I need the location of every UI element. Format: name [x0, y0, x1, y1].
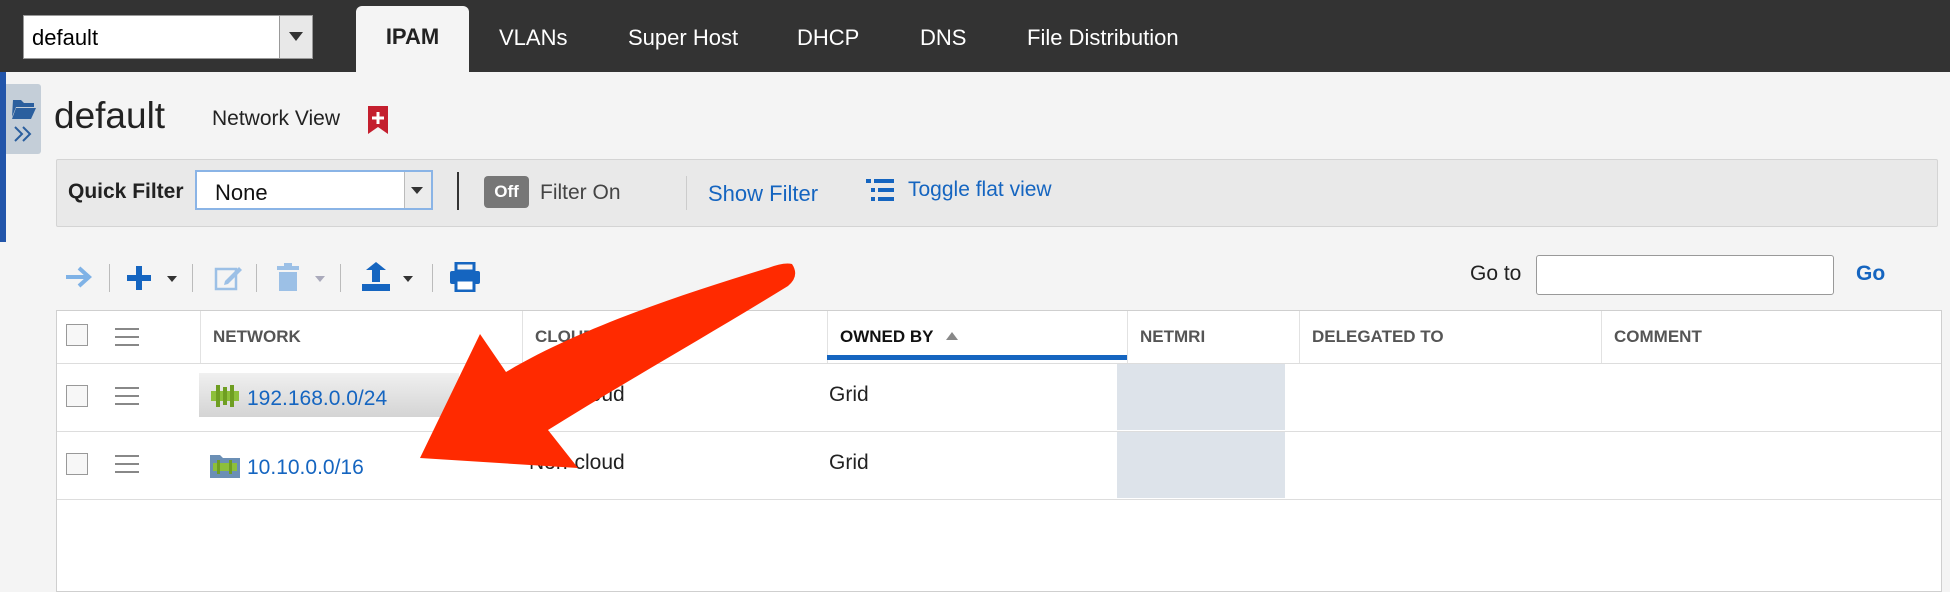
top-navigation-bar: default IPAM VLANs Super Host DHCP DNS F… — [0, 0, 1950, 72]
tab-dns[interactable]: DNS — [920, 0, 966, 72]
chevron-down-icon[interactable] — [404, 172, 431, 208]
delete-dropdown-caret[interactable] — [315, 276, 325, 282]
column-header-network[interactable]: NETWORK — [200, 311, 522, 363]
chevron-down-icon[interactable] — [279, 16, 312, 58]
print-icon[interactable] — [449, 262, 481, 292]
tab-vlans[interactable]: VLANs — [499, 0, 567, 72]
column-header-delegated-to[interactable]: DELEGATED TO — [1299, 311, 1601, 363]
add-icon[interactable] — [124, 264, 154, 292]
quick-filter-value: None — [215, 180, 268, 205]
arrow-right-icon[interactable] — [64, 264, 94, 290]
folder-open-icon — [12, 100, 36, 142]
toolbar-divider — [432, 264, 433, 292]
row-checkbox[interactable] — [66, 385, 88, 407]
goto-label: Go to — [1470, 262, 1522, 285]
trash-icon[interactable] — [274, 262, 302, 292]
show-filter-link[interactable]: Show Filter — [708, 181, 818, 207]
column-header-netmri[interactable]: NETMRI — [1127, 311, 1299, 363]
page-subtitle: Network View — [212, 107, 340, 130]
owned-by-cell: Grid — [829, 451, 869, 474]
table-header: NETWORK CLOUD USAGE OWNED BY NETMRI DELE… — [57, 311, 1941, 364]
network-link[interactable]: 10.10.0.0/16 — [247, 456, 364, 480]
column-header-owned-by-label: OWNED BY — [840, 327, 934, 346]
network-view-selector[interactable]: default — [23, 15, 313, 59]
sort-indicator-bar — [827, 355, 1127, 360]
toolbar-divider — [109, 264, 110, 292]
select-all-checkbox[interactable] — [66, 324, 88, 346]
tab-ipam[interactable]: IPAM — [356, 6, 469, 72]
export-icon[interactable] — [360, 262, 392, 292]
cloud-usage-cell: Non-cloud — [529, 451, 625, 474]
tab-file-distribution[interactable]: File Distribution — [1027, 0, 1179, 72]
filter-on-label: Filter On — [540, 181, 621, 204]
page-title: default — [54, 95, 166, 136]
network-view-selector-value: default — [32, 25, 99, 50]
toolbar-divider — [256, 264, 257, 292]
row-menu-icon[interactable] — [115, 455, 139, 473]
network-link[interactable]: 192.168.0.0/24 — [247, 387, 387, 411]
networks-table: NETWORK CLOUD USAGE OWNED BY NETMRI DELE… — [56, 310, 1942, 592]
owned-by-cell: Grid — [829, 383, 869, 406]
quick-filter-label: Quick Filter — [68, 180, 184, 203]
network-icon — [211, 385, 239, 407]
edit-icon[interactable] — [213, 262, 243, 292]
export-dropdown-caret[interactable] — [403, 276, 413, 282]
toolbar-divider — [192, 264, 193, 292]
toolbar-divider — [340, 264, 341, 292]
goto-input[interactable] — [1536, 255, 1834, 295]
column-header-comment[interactable]: COMMENT — [1601, 311, 1941, 363]
go-button[interactable]: Go — [1856, 262, 1885, 286]
sort-ascending-icon — [945, 332, 958, 340]
cloud-usage-cell: Non-cloud — [529, 383, 625, 406]
table-row[interactable]: 10.10.0.0/16 Non-cloud Grid — [57, 431, 1941, 500]
divider — [457, 172, 459, 210]
add-dropdown-caret[interactable] — [167, 276, 177, 282]
row-checkbox[interactable] — [66, 453, 88, 475]
netmri-cell — [1117, 364, 1285, 430]
network-container-icon — [210, 455, 240, 478]
divider — [686, 176, 687, 210]
quick-filter-select[interactable]: None — [195, 170, 433, 210]
bookmark-add-icon[interactable] — [368, 106, 388, 134]
tab-dhcp[interactable]: DHCP — [797, 0, 859, 72]
toggle-flat-view-link[interactable]: Toggle flat view — [908, 178, 1052, 202]
filter-toggle[interactable]: Off — [484, 176, 529, 208]
column-header-cloud-usage[interactable]: CLOUD USAGE — [522, 311, 827, 363]
netmri-cell — [1117, 432, 1285, 498]
tab-super-host[interactable]: Super Host — [628, 0, 738, 72]
row-menu-icon[interactable] — [115, 387, 139, 405]
table-row[interactable]: 192.168.0.0/24 Non-cloud Grid — [57, 363, 1941, 432]
column-menu-icon[interactable] — [115, 328, 139, 346]
finder-panel-toggle[interactable] — [6, 84, 41, 154]
list-tree-icon[interactable] — [866, 178, 894, 202]
